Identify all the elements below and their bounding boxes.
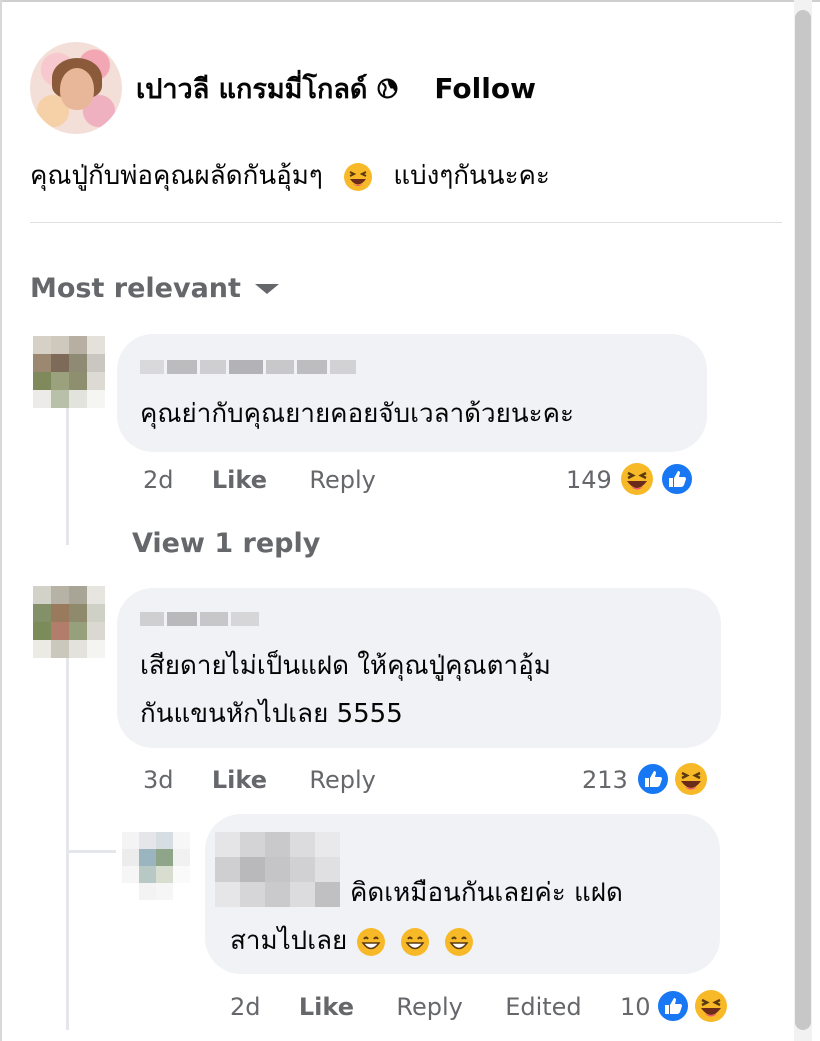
reply-button[interactable]: Reply <box>309 466 375 494</box>
beaming-face-icon <box>445 927 474 956</box>
reaction-count[interactable]: 149 <box>566 466 612 494</box>
haha-reaction-icon <box>675 763 707 795</box>
reply-actions: 2d Like Reply Edited <box>230 993 582 1021</box>
post-text-part2: แบ่งๆกันนะคะ <box>393 161 550 191</box>
commenter-avatar[interactable] <box>33 336 105 408</box>
beaming-face-icon <box>356 927 385 956</box>
scrollbar[interactable] <box>794 0 812 1041</box>
comment-actions: 3d Like Reply <box>143 766 376 794</box>
comment-time[interactable]: 3d <box>143 766 174 794</box>
reply-button[interactable]: Reply <box>396 993 462 1021</box>
view-replies-link[interactable]: View 1 reply <box>132 528 320 559</box>
commenter-name-blurred[interactable] <box>140 360 356 374</box>
like-button[interactable]: Like <box>299 993 354 1021</box>
divider <box>30 222 782 223</box>
edited-label[interactable]: Edited <box>505 993 581 1021</box>
like-button[interactable]: Like <box>212 466 267 494</box>
post-text: คุณปู่กับพ่อคุณผลัดกันอุ้มๆ แบ่งๆกันนะคะ <box>30 155 550 196</box>
post-header: เปาวลี แกรมมี่โกลด์ Follow <box>30 42 536 134</box>
window-border-left <box>0 0 2 1041</box>
like-reaction-icon <box>656 989 690 1023</box>
commenter-avatar[interactable] <box>33 586 105 658</box>
caret-down-icon <box>254 283 279 294</box>
replier-avatar[interactable] <box>122 832 190 900</box>
beaming-face-icon <box>400 927 429 956</box>
reply-connector <box>66 850 116 853</box>
like-button[interactable]: Like <box>212 766 267 794</box>
grinning-squinting-face-icon <box>344 162 373 191</box>
reply-text-line1: คิดเหมือนกันเลยค่ะ แฝด <box>350 878 623 908</box>
replier-name-blurred[interactable] <box>215 832 340 907</box>
reply-time[interactable]: 2d <box>230 993 261 1021</box>
window-border-top <box>0 0 820 2</box>
commenter-name-blurred[interactable] <box>140 612 259 626</box>
comment-text-line2: กันแขนหักไปเลย 5555 <box>140 699 403 729</box>
scrollbar-thumb[interactable] <box>795 10 811 1030</box>
haha-reaction-icon <box>621 463 653 495</box>
avatar-face <box>60 68 94 110</box>
sort-label: Most relevant <box>30 273 241 304</box>
comment-text-line1: เสียดายไม่เป็นแฝด ให้คุณปู่คุณตาอุ้ม <box>140 651 551 681</box>
sort-dropdown[interactable]: Most relevant <box>30 273 279 304</box>
comment-text: คุณย่ากับคุณยายคอยจับเวลาด้วยนะคะ <box>140 399 574 429</box>
author-name[interactable]: เปาวลี แกรมมี่โกลด์ <box>136 67 367 110</box>
like-reaction-icon <box>636 762 670 796</box>
reaction-count[interactable]: 10 <box>620 993 651 1021</box>
thread-line <box>66 650 69 1030</box>
reaction-count[interactable]: 213 <box>582 766 628 794</box>
comment-actions: 2d Like Reply <box>143 466 376 494</box>
comment-bubble <box>117 334 707 452</box>
haha-reaction-icon <box>695 990 727 1022</box>
like-reaction-icon <box>660 462 694 496</box>
reply-text-line2: สามไปเลย <box>230 921 474 961</box>
thread-line <box>66 405 69 545</box>
follow-button[interactable]: Follow <box>434 72 536 105</box>
globe-icon <box>377 78 398 98</box>
comment-time[interactable]: 2d <box>143 466 174 494</box>
reply-button[interactable]: Reply <box>309 766 375 794</box>
post-text-part1: คุณปู่กับพ่อคุณผลัดกันอุ้มๆ <box>30 161 323 191</box>
reply-text-line2-text: สามไปเลย <box>230 926 348 956</box>
author-avatar[interactable] <box>30 42 122 134</box>
